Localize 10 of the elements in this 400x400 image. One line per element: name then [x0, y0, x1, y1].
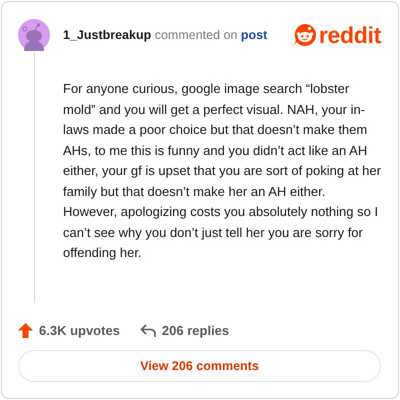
upvote-arrow-icon[interactable] [18, 323, 33, 338]
view-comments-button[interactable]: View 206 comments [18, 350, 381, 382]
reply-count: 206 replies [162, 323, 230, 338]
avatar-icon [18, 19, 50, 51]
comment-text: For anyone curious, google image search “lobster mold” and you will get a perfect visual. NAH, your in-laws made a poor choice but that doesn’t make them AHs, to me this is funny and you didn’t act like an AH either, your gf is upset that you are sort of poking at her family but that doesn’t make her an AH either. However, apologizing costs you absolutely nothing so I can’t see why you don’t just tell her you are sorry for offending her. [63, 80, 381, 262]
alien-logo-icon [292, 23, 317, 47]
comment-byline: 1_Justbreakup commented on post [63, 28, 268, 42]
reply-arrow-icon[interactable] [140, 324, 156, 337]
logo-wordmark: reddit [318, 22, 381, 48]
upvote-count: 6.3K upvotes [39, 323, 120, 338]
